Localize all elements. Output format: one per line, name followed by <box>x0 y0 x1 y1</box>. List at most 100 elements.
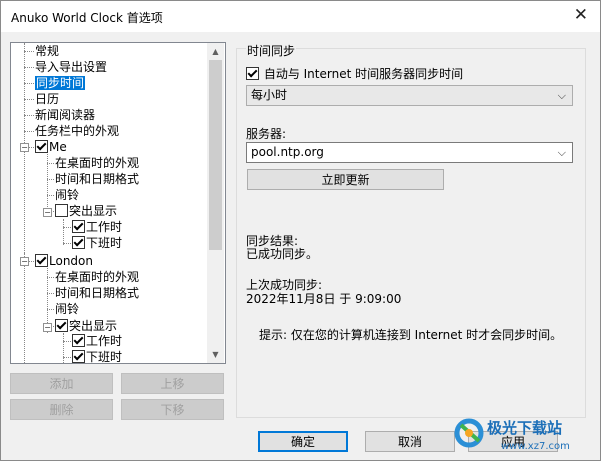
preferences-window: Anuko World Clock 首选项 ✕ 常规导入导出设置 同步时间日历新闻… <box>0 0 601 461</box>
tree-item[interactable]: 时间和日期格式 <box>55 285 139 301</box>
tree-item[interactable]: 工作时 <box>72 219 122 235</box>
server-combo[interactable]: pool.ntp.org ⌵ <box>246 142 573 163</box>
tree-item[interactable]: Me <box>35 139 67 155</box>
auto-sync-checkbox[interactable]: 自动与 Internet 时间服务器同步时间 <box>246 65 463 82</box>
tree-item-checkbox[interactable] <box>72 350 85 363</box>
tree-item-label: 时间和日期格式 <box>55 172 140 186</box>
tree-item[interactable]: 在桌面时的外观 <box>55 269 139 285</box>
tree-item[interactable]: 新闻阅读器 <box>35 107 95 123</box>
tree-item[interactable]: 任务栏中的外观 <box>35 123 119 139</box>
collapse-toggle-icon[interactable]: − <box>20 257 29 266</box>
tree-item-label: 闹铃 <box>55 302 80 316</box>
tree-item-label: 工作时 <box>86 334 123 348</box>
tree-connector <box>24 51 34 52</box>
watermark-swirl-icon <box>454 418 484 448</box>
tree-connector <box>63 341 71 342</box>
tree-guide-line <box>47 147 48 213</box>
move-down-button[interactable]: 下移 <box>121 399 224 420</box>
tree-item-checkbox[interactable] <box>55 319 68 332</box>
last-sync-value: 2022年11月8日 于 9:09:00 <box>246 292 402 306</box>
tree-connector <box>63 357 71 358</box>
title-bar: Anuko World Clock 首选项 ✕ <box>1 1 600 32</box>
tree-connector <box>47 293 54 294</box>
tree-item[interactable]: 突出显示 <box>55 203 117 219</box>
tree-item-label: 在桌面时的外观 <box>55 156 140 170</box>
tree-item-label: 常规 <box>35 44 60 58</box>
close-icon[interactable]: ✕ <box>574 5 588 25</box>
scroll-thumb[interactable] <box>209 60 222 250</box>
collapse-toggle-icon[interactable]: − <box>43 323 52 332</box>
tree-item-label: 突出显示 <box>69 319 118 333</box>
watermark-text: 极光下载站 <box>487 419 562 437</box>
tree-item-checkbox[interactable] <box>35 254 48 267</box>
cancel-button[interactable]: 取消 <box>365 431 455 452</box>
tree-item-label: 日历 <box>35 92 60 106</box>
tree-item[interactable]: 下班时 <box>72 349 123 364</box>
tree-item-label: 任务栏中的外观 <box>35 124 120 138</box>
tree-guide-line <box>24 253 25 363</box>
tree-item-label: 下班时 <box>86 350 123 364</box>
collapse-toggle-icon[interactable]: − <box>20 143 29 152</box>
tree-item-checkbox[interactable] <box>55 204 68 217</box>
tree-connector <box>47 195 54 196</box>
tree-item-label: 导入导出设置 <box>35 60 108 74</box>
collapse-toggle-icon[interactable]: − <box>43 208 52 217</box>
auto-sync-check-icon[interactable] <box>246 67 259 80</box>
tree-item[interactable]: 下班时 <box>72 235 122 251</box>
tree-item-label: 新闻阅读器 <box>35 108 96 122</box>
tree-item[interactable]: 时间和日期格式 <box>55 171 139 187</box>
move-up-button[interactable]: 上移 <box>121 373 224 394</box>
auto-sync-label: 自动与 Internet 时间服务器同步时间 <box>263 67 464 81</box>
tree-item-checkbox[interactable] <box>72 236 85 249</box>
tree-item[interactable]: 导入导出设置 <box>35 59 107 75</box>
tree-item-label: 下班时 <box>86 236 123 250</box>
tree-item-label: 突出显示 <box>69 204 118 218</box>
sync-now-button[interactable]: 立即更新 <box>247 169 444 190</box>
tree-item-label: 同步时间 <box>35 76 86 90</box>
tree-connector <box>47 179 54 180</box>
sync-frequency-select[interactable]: 每小时 ⌵ <box>246 85 573 106</box>
tree-guide-line <box>63 219 64 245</box>
sync-group-title: 时间同步 <box>246 42 297 59</box>
tree-connector <box>24 99 34 100</box>
tree-item[interactable]: 同步时间 <box>35 75 86 91</box>
tree-connector <box>24 67 34 68</box>
tree-item[interactable]: 闹铃 <box>55 301 79 317</box>
tree-connector <box>24 115 34 116</box>
watermark-logo: 极光下载站 www.xz7.com <box>454 418 570 452</box>
tree-item[interactable]: 常规 <box>35 43 59 59</box>
tree-item[interactable]: 突出显示 <box>55 318 117 334</box>
add-button[interactable]: 添加 <box>10 373 113 394</box>
window-title: Anuko World Clock 首选项 <box>11 11 163 25</box>
chevron-down-icon: ⌵ <box>557 89 566 102</box>
server-label: 服务器: <box>246 127 287 141</box>
tree-item-checkbox[interactable] <box>72 220 85 233</box>
tree-item-label: London <box>49 254 93 268</box>
scroll-down-icon[interactable]: ▼ <box>207 346 224 363</box>
watermark-url: www.xz7.com <box>501 441 570 452</box>
tree-item-label: 在桌面时的外观 <box>55 270 140 284</box>
tree-connector <box>47 163 54 164</box>
tree-item-label: 闹铃 <box>55 188 80 202</box>
tree-item[interactable]: 日历 <box>35 91 59 107</box>
ok-button[interactable]: 确定 <box>258 431 348 452</box>
sync-hint: 提示: 仅在您的计算机连接到 Internet 时才会同步时间。 <box>259 328 563 342</box>
tree-item-checkbox[interactable] <box>35 140 48 153</box>
tree-connector <box>63 227 71 228</box>
tree-item-checkbox[interactable] <box>72 334 85 347</box>
tree-content: 常规 导入导出设置 同步时间 日历 新闻阅读器 任务栏中的外观 − Me 在桌面时的外观 时间和日… <box>11 43 207 363</box>
delete-button[interactable]: 删除 <box>10 399 113 420</box>
tree-item[interactable]: 闹铃 <box>55 187 79 203</box>
settings-tree[interactable]: 常规 导入导出设置 同步时间 日历 新闻阅读器 任务栏中的外观 − Me 在桌面时的外观 时间和日… <box>10 42 226 364</box>
tree-item[interactable]: London <box>35 253 93 269</box>
tree-connector <box>24 83 34 84</box>
sync-frequency-value: 每小时 <box>251 88 288 102</box>
tree-item[interactable]: 在桌面时的外观 <box>55 155 139 171</box>
tree-item-label: Me <box>49 140 67 154</box>
tree-scrollbar[interactable]: ▲ ▼ <box>207 43 224 363</box>
tree-connector <box>47 309 54 310</box>
tree-item[interactable]: 工作时 <box>72 333 122 349</box>
scroll-up-icon[interactable]: ▲ <box>207 43 224 60</box>
chevron-down-icon[interactable]: ⌵ <box>558 143 566 162</box>
tree-item-label: 时间和日期格式 <box>55 286 140 300</box>
